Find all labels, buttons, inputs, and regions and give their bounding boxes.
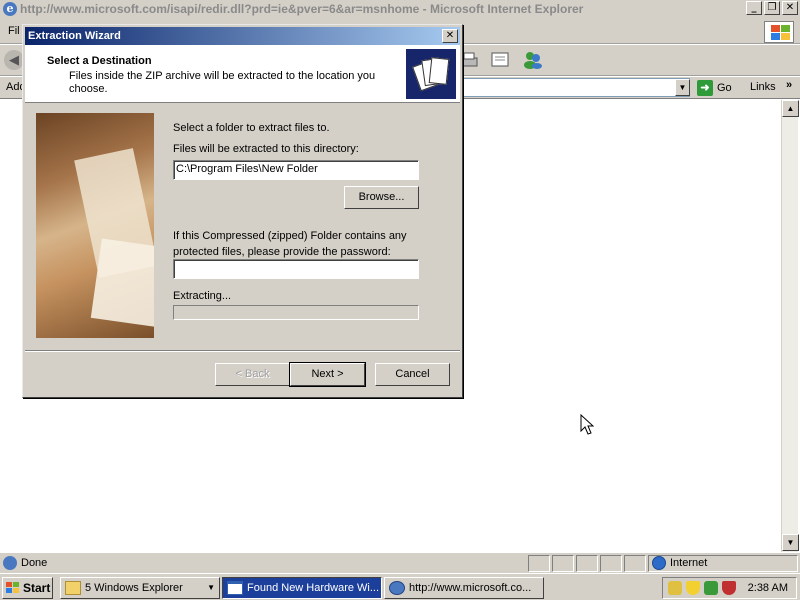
status-cell — [600, 555, 622, 572]
system-tray: 2:38 AM — [662, 577, 797, 599]
minimize-button[interactable]: _ — [746, 1, 762, 15]
mouse-cursor-icon — [580, 413, 595, 439]
start-button[interactable]: Start — [2, 577, 53, 599]
globe-icon — [652, 556, 666, 570]
zone-text: Internet — [670, 557, 708, 569]
password-input[interactable] — [173, 259, 419, 279]
directory-label: Files will be extracted to this director… — [173, 143, 359, 155]
header-subtitle: Files inside the ZIP archive will be ext… — [69, 70, 376, 95]
back-button[interactable]: < Back — [215, 363, 290, 386]
address-dropdown-icon[interactable]: ▼ — [675, 79, 690, 96]
taskbar-item-found-new-hardware[interactable]: Found New Hardware Wi... — [222, 577, 382, 599]
next-button[interactable]: Next > — [289, 362, 366, 387]
dialog-separator — [25, 350, 460, 352]
ie-window-title: http://www.microsoft.com/isapi/redir.dll… — [20, 2, 584, 16]
intro-text: Select a folder to extract files to. — [173, 122, 330, 134]
address-input[interactable] — [462, 78, 690, 97]
status-cell — [552, 555, 574, 572]
windows-flag-icon — [6, 582, 20, 594]
go-arrow-icon: ➜ — [697, 80, 713, 96]
status-cell — [576, 555, 598, 572]
edit-icon[interactable] — [490, 50, 512, 70]
dialog-title-bar[interactable]: Extraction Wizard ✕ — [25, 27, 460, 45]
folder-icon — [65, 581, 81, 595]
dialog-close-button[interactable]: ✕ — [442, 29, 458, 43]
wizard-header: Select a Destination Files inside the ZI… — [25, 45, 460, 103]
scroll-up-icon[interactable]: ▲ — [782, 100, 799, 117]
password-text: If this Compressed (zipped) Folder conta… — [173, 230, 407, 258]
wizard-side-image — [36, 113, 154, 338]
extraction-wizard-dialog: Extraction Wizard ✕ Select a Destination… — [22, 24, 463, 398]
back-arrow-icon[interactable]: ◀ — [4, 50, 24, 70]
page-status-icon — [3, 556, 17, 570]
security-alert-icon[interactable] — [722, 581, 736, 595]
ie-logo-icon: e — [3, 2, 17, 16]
scroll-down-icon[interactable]: ▼ — [782, 534, 799, 551]
task-label: 5 Windows Explorer — [85, 582, 183, 594]
status-cell — [528, 555, 550, 572]
menu-file[interactable]: Fil — [8, 25, 20, 37]
header-title: Select a Destination — [47, 55, 152, 67]
dialog-title: Extraction Wizard — [28, 30, 121, 42]
taskbar-item-internet-explorer[interactable]: http://www.microsoft.co... — [384, 577, 544, 599]
window-icon — [227, 581, 243, 595]
status-bar: Done Internet — [0, 552, 800, 573]
directory-input[interactable]: C:\Program Files\New Folder — [173, 160, 419, 180]
go-button[interactable]: ➜ Go — [697, 79, 742, 97]
messenger-icon[interactable] — [522, 50, 544, 70]
extraction-progress-bar — [173, 305, 419, 320]
close-button[interactable]: ✕ — [782, 1, 798, 15]
extracting-label: Extracting... — [173, 290, 232, 302]
task-label: http://www.microsoft.co... — [409, 582, 532, 594]
links-button[interactable]: Links — [750, 81, 776, 93]
hardware-icon[interactable] — [704, 581, 718, 595]
taskbar-item-windows-explorer[interactable]: 5 Windows Explorer ▼ — [60, 577, 220, 599]
clock[interactable]: 2:38 AM — [748, 582, 788, 594]
ie-icon — [389, 581, 405, 595]
taskbar: Start 5 Windows Explorer ▼ Found New Har… — [0, 573, 800, 600]
zip-folder-icon — [406, 49, 456, 99]
windows-logo-icon — [764, 21, 794, 43]
security-shield-icon[interactable] — [686, 581, 700, 595]
chevron-down-icon: ▼ — [207, 583, 215, 592]
chevron-right-icon[interactable]: » — [786, 79, 792, 91]
status-text: Done — [21, 557, 48, 569]
network-icon[interactable] — [668, 581, 682, 595]
vertical-scrollbar[interactable]: ▲ ▼ — [781, 100, 799, 552]
restore-button[interactable]: ❐ — [764, 1, 780, 15]
task-label: Found New Hardware Wi... — [247, 582, 380, 594]
go-label: Go — [717, 82, 732, 94]
browse-button[interactable]: Browse... — [344, 186, 419, 209]
status-cell — [624, 555, 646, 572]
ie-title-bar[interactable]: e http://www.microsoft.com/isapi/redir.d… — [0, 0, 800, 19]
cancel-button[interactable]: Cancel — [375, 363, 450, 386]
start-label: Start — [23, 581, 51, 595]
